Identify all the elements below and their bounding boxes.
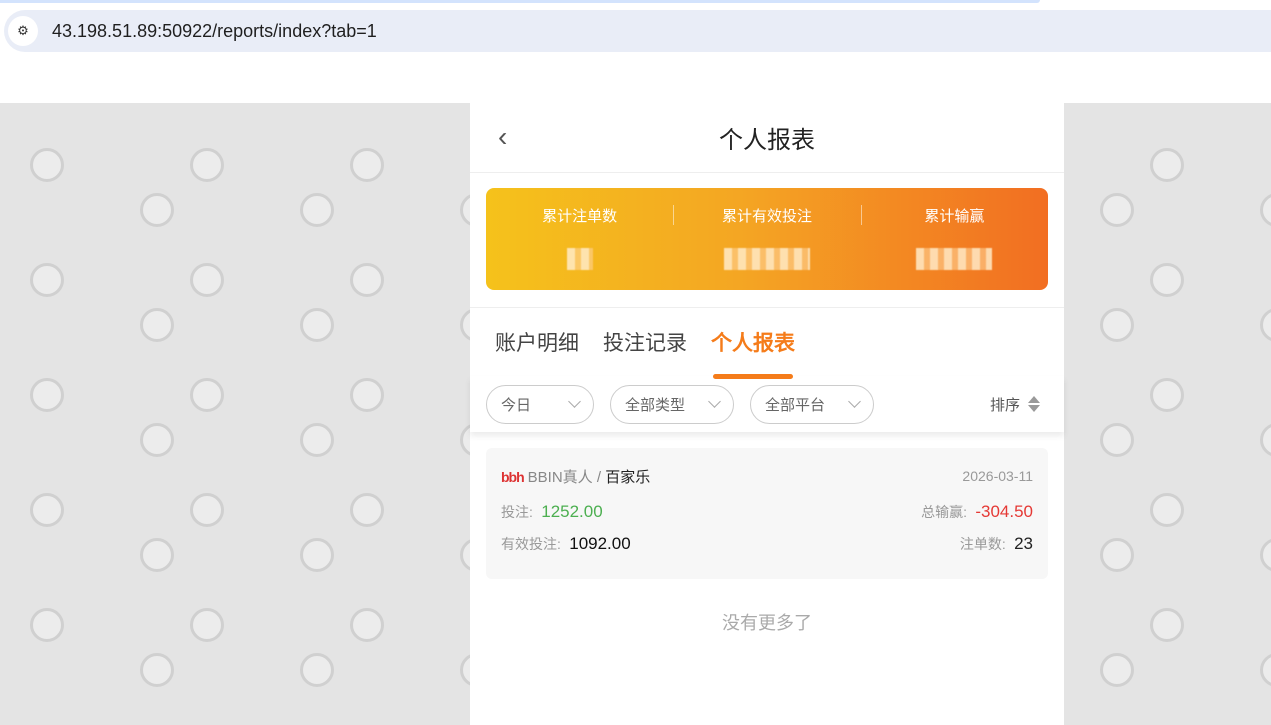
soccer-ball-icon xyxy=(1260,653,1271,687)
soccer-ball-icon xyxy=(190,378,224,412)
record-game-name: 百家乐 xyxy=(605,468,651,486)
winloss-label: 总输赢: xyxy=(921,504,967,520)
soccer-ball-icon xyxy=(30,608,64,642)
soccer-ball-icon xyxy=(1100,423,1134,457)
soccer-ball-icon xyxy=(30,263,64,297)
blurred-value xyxy=(916,248,993,270)
summary-label: 累计注单数 xyxy=(542,208,618,225)
platform-filter[interactable]: 全部平台 xyxy=(750,384,874,424)
summary-card: 累计注单数 累计有效投注 累计输赢 xyxy=(486,188,1048,290)
bet-count-label: 注单数: xyxy=(959,536,1006,552)
summary-label: 累计输赢 xyxy=(924,208,985,225)
winloss-amount: -304.50 xyxy=(975,502,1033,521)
sort-label: 排序 xyxy=(989,396,1020,414)
soccer-ball-icon xyxy=(140,538,174,572)
blurred-value xyxy=(723,248,810,270)
bet-amount: 1252.00 xyxy=(541,502,603,521)
bet-count: 23 xyxy=(1014,534,1033,553)
soccer-ball-icon xyxy=(350,148,384,182)
bet-label: 投注: xyxy=(501,504,533,520)
type-filter-label: 全部类型 xyxy=(625,396,686,414)
type-filter[interactable]: 全部类型 xyxy=(610,384,734,424)
sort-icon xyxy=(1028,396,1040,412)
soccer-ball-icon xyxy=(140,308,174,342)
soccer-ball-icon xyxy=(190,493,224,527)
soccer-ball-icon xyxy=(140,423,174,457)
soccer-ball-icon xyxy=(1260,538,1271,572)
soccer-ball-icon xyxy=(350,378,384,412)
date-filter[interactable]: 今日 xyxy=(486,384,594,424)
soccer-ball-icon xyxy=(300,653,334,687)
soccer-ball-icon xyxy=(1100,653,1134,687)
filter-bar: 今日 全部类型 全部平台 排序 xyxy=(470,376,1064,432)
soccer-ball-icon xyxy=(1100,308,1134,342)
valid-bet-amount: 1092.00 xyxy=(569,534,631,553)
soccer-ball-icon xyxy=(300,538,334,572)
chevron-down-icon xyxy=(568,395,581,408)
soccer-ball-icon xyxy=(1100,538,1134,572)
soccer-ball-icon xyxy=(1150,493,1184,527)
soccer-ball-icon xyxy=(190,148,224,182)
record-game: bbh BBIN真人 / 百家乐 xyxy=(501,466,650,487)
date-filter-label: 今日 xyxy=(501,396,532,414)
record-platform: BBIN真人 xyxy=(527,468,593,486)
chevron-down-icon xyxy=(848,395,861,408)
soccer-ball-icon xyxy=(1150,148,1184,182)
soccer-ball-icon xyxy=(1150,263,1184,297)
soccer-ball-icon xyxy=(140,653,174,687)
tune-icon[interactable]: ⚙ xyxy=(8,16,38,46)
soccer-ball-icon xyxy=(350,493,384,527)
soccer-ball-icon xyxy=(1260,308,1271,342)
soccer-ball-icon xyxy=(30,378,64,412)
soccer-ball-icon xyxy=(350,608,384,642)
soccer-ball-icon xyxy=(140,193,174,227)
soccer-ball-icon xyxy=(190,263,224,297)
soccer-ball-icon xyxy=(350,263,384,297)
tab-strip-edge xyxy=(0,0,1040,3)
chevron-down-icon xyxy=(708,395,721,408)
separator: / xyxy=(596,468,602,486)
no-more-text: 没有更多了 xyxy=(722,613,812,633)
summary-label: 累计有效投注 xyxy=(721,208,812,225)
tab-bar: 账户明细 投注记录 个人报表 xyxy=(470,308,1064,379)
soccer-ball-icon xyxy=(30,493,64,527)
record-date: 2026-03-11 xyxy=(962,468,1033,484)
summary-valid-bet: 累计有效投注 xyxy=(673,205,860,270)
page-title: 个人报表 xyxy=(719,127,815,154)
url-text[interactable]: 43.198.51.89:50922/reports/index?tab=1 xyxy=(52,21,377,42)
valid-bet-label: 有效投注: xyxy=(501,536,561,552)
mobile-page: ‹ 个人报表 累计注单数 累计有效投注 累计输赢 账户明细 投注记录 个人报表 … xyxy=(470,103,1064,725)
platform-filter-label: 全部平台 xyxy=(765,396,826,414)
soccer-ball-icon xyxy=(300,193,334,227)
tab-account-details[interactable]: 账户明细 xyxy=(495,327,579,357)
soccer-ball-icon xyxy=(1260,423,1271,457)
soccer-ball-icon xyxy=(1150,608,1184,642)
soccer-ball-icon xyxy=(1150,378,1184,412)
summary-winloss: 累计输赢 xyxy=(860,205,1048,270)
address-bar[interactable]: ⚙ 43.198.51.89:50922/reports/index?tab=1 xyxy=(4,10,1271,52)
soccer-ball-icon xyxy=(300,423,334,457)
soccer-ball-icon xyxy=(1100,193,1134,227)
tab-bet-records[interactable]: 投注记录 xyxy=(603,327,687,357)
tab-personal-report[interactable]: 个人报表 xyxy=(711,327,795,379)
back-arrow-icon[interactable]: ‹ xyxy=(498,121,507,153)
page-header: ‹ 个人报表 xyxy=(470,103,1064,173)
report-record[interactable]: bbh BBIN真人 / 百家乐 2026-03-11 投注: 1252.00 总… xyxy=(486,448,1048,579)
blurred-value xyxy=(566,248,593,270)
soccer-ball-icon xyxy=(300,308,334,342)
soccer-ball-icon xyxy=(190,608,224,642)
sort-button[interactable]: 排序 xyxy=(990,394,1040,415)
soccer-ball-icon xyxy=(30,148,64,182)
bbin-logo-icon: bbh xyxy=(501,468,525,485)
summary-bet-count: 累计注单数 xyxy=(486,205,673,270)
soccer-ball-icon xyxy=(1260,193,1271,227)
